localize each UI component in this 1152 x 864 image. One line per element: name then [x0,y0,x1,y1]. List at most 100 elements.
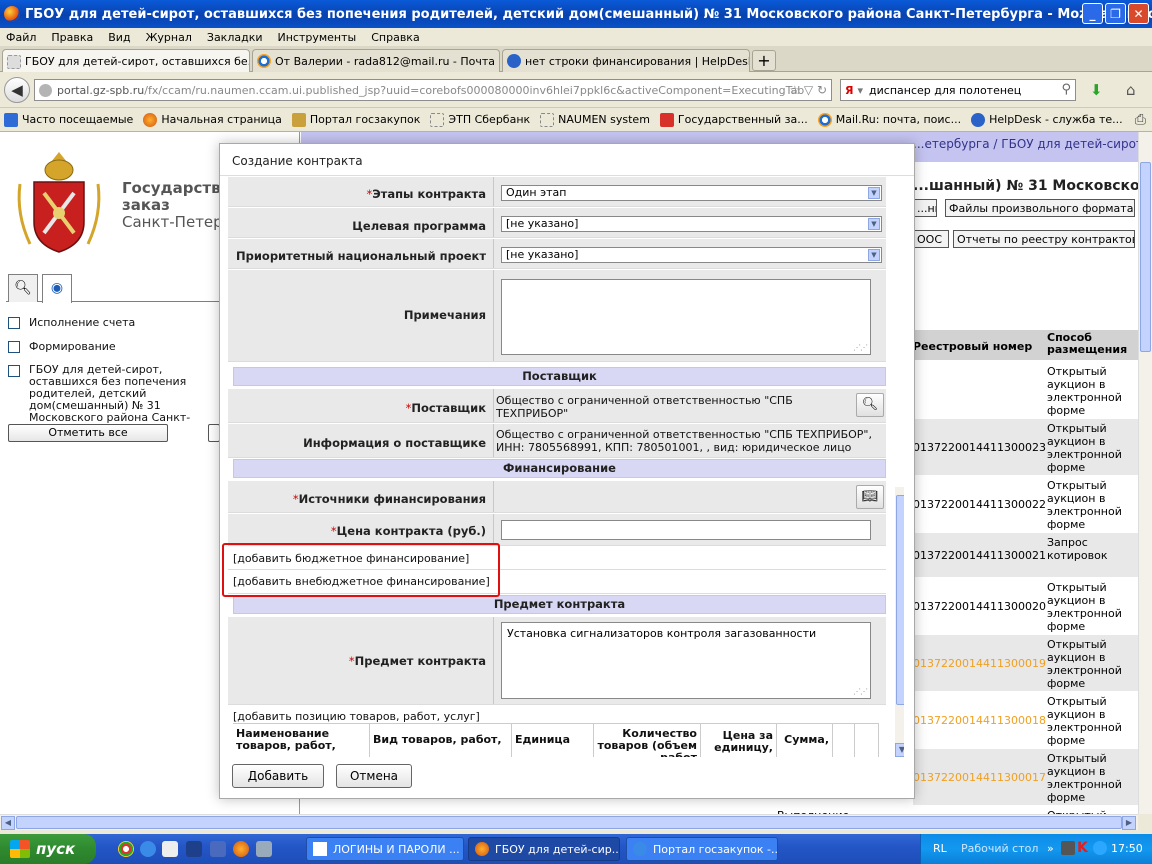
search-input[interactable]: диспансер для полотенец [869,84,1021,97]
ie-icon[interactable] [140,841,156,857]
bookmark-helpdesk[interactable]: HelpDesk - служба те... [971,112,1123,127]
search-bar[interactable]: Я ▾ диспансер для полотенец ⚲ [840,79,1076,101]
taskbar-item-gbou[interactable]: ГБОУ для детей-сир... [468,837,620,861]
table-row[interactable]: 0137220014411300020 Открытый аукцион в эл… [913,577,1138,634]
url-bar[interactable]: portal.gz-spb.ru/fx/ccam/ru.naumen.ccam.… [34,79,832,101]
resize-grip-icon[interactable]: ⋰⋰ [853,343,868,352]
table-row[interactable]: 0137220014411300017 Открытый аукцион в эл… [913,748,1138,805]
chrome-icon[interactable] [118,841,134,857]
chevron-down-icon[interactable]: ▼ [868,218,880,230]
windows-logo-icon [10,840,30,858]
chevron-double-icon[interactable]: » [1047,842,1054,855]
tray-app-icon[interactable] [1061,841,1075,855]
menu-history[interactable]: Журнал [146,31,192,44]
mail-ru-icon [817,112,832,127]
dialog-scrollbar[interactable]: ▼ [895,487,904,757]
chevron-down-icon[interactable]: ▼ [868,187,880,199]
cancel-button[interactable]: Отмена [336,764,412,788]
priority-select[interactable]: [не указано] ▼ [501,247,882,263]
supplier-picker-button[interactable]: 🔍︎ [856,393,884,417]
menu-help[interactable]: Справка [371,31,419,44]
minimize-button[interactable]: _ [1082,3,1103,24]
save-icon[interactable] [186,841,202,857]
taskbar-item-logins[interactable]: ЛОГИНЫ И ПАРОЛИ ... [306,837,464,861]
menu-edit[interactable]: Правка [51,31,93,44]
menu-tools[interactable]: Инструменты [278,31,357,44]
bookmark-portal[interactable]: Портал госзакупок [291,112,420,127]
tray-network-icon[interactable] [1093,841,1107,855]
stages-select[interactable]: Один этап ▼ [501,185,882,201]
chevron-down-icon[interactable]: ▼ [868,249,880,261]
checkbox[interactable] [8,341,20,353]
menu-file[interactable]: Файл [6,31,36,44]
mark-all-button[interactable]: Отметить все [8,424,168,442]
yandex-icon[interactable]: Я [845,84,853,97]
table-row[interactable]: Открытый аукцион в электронной форме [913,361,1138,418]
desktop-toolbar[interactable]: Рабочий стол [961,842,1038,855]
download-icon[interactable]: ⬇ [1090,81,1103,99]
kaspersky-icon[interactable]: K [1077,840,1088,856]
bookmark-start-page[interactable]: Начальная страница [143,112,282,127]
app-icon[interactable] [210,841,226,857]
language-indicator[interactable]: RL [933,842,947,855]
camera-tab[interactable]: ◉ [42,274,72,303]
back-button[interactable]: ◀ [4,77,30,103]
notes-textarea[interactable]: ⋰⋰ [501,279,871,355]
scroll-thumb[interactable] [896,495,904,705]
menu-bookmarks[interactable]: Закладки [207,31,263,44]
checkbox[interactable] [8,317,20,329]
tab-label: нет строки финансирования | HelpDesk... [525,54,750,68]
restore-button[interactable]: ❐ [1105,3,1126,24]
subject-textarea[interactable]: Установка сигнализаторов контроля загазо… [501,622,871,699]
positions-grid-header: Наименование товаров, работ, Вид товаров… [233,723,879,757]
scroll-thumb[interactable] [1140,162,1151,352]
resize-grip-icon[interactable]: ⋰⋰ [853,687,868,696]
bookmark-sberbank[interactable]: ЭТП Сбербанк [430,112,530,127]
price-input[interactable] [501,520,871,540]
scroll-left-icon[interactable]: ◀ [1,816,15,830]
page-horizontal-scrollbar[interactable]: ◀ ▶ [0,814,1138,830]
tab-helpdesk[interactable]: нет строки финансирования | HelpDesk... [502,49,750,72]
table-row[interactable]: 0137220014411300021 Запрос котировок [913,532,1138,577]
app-icon[interactable] [256,841,272,857]
tab-mail[interactable]: От Валерии - rada812@mail.ru - Почта ... [252,49,500,72]
print-icon[interactable]: ⎙ [1135,112,1146,128]
bookmark-most-visited[interactable]: Часто посещаемые [4,112,133,127]
bookmark-mailru[interactable]: Mail.Ru: почта, поис... [817,112,961,127]
menu-view[interactable]: Вид [108,31,130,44]
tab-main[interactable]: ...ние [913,199,937,217]
page-vertical-scrollbar[interactable] [1138,132,1152,814]
tab-gbou[interactable]: ГБОУ для детей-сирот, оставшихся бе... ✕ [2,49,250,73]
tab-registry-reports[interactable]: Отчеты по реестру контрактов [953,230,1135,248]
taskbar-item-portal[interactable]: Портал госзакупок -... [626,837,778,861]
search-engine-dropdown-icon[interactable]: ▾ [857,84,863,97]
scroll-right-icon[interactable]: ▶ [1122,816,1136,830]
bookmark-star-icon[interactable]: ☆ ▽ ↻ [789,83,827,97]
search-icon[interactable]: ⚲ [1061,82,1071,97]
table-row[interactable]: 0137220014411300022 Открытый аукцион в эл… [913,475,1138,532]
app-icon[interactable] [162,841,178,857]
close-window-button[interactable]: ✕ [1128,3,1149,24]
tab-oos[interactable]: ООС [913,230,949,248]
start-button[interactable]: пуск [0,834,96,864]
home-icon[interactable]: ⌂ [1126,81,1136,99]
scroll-thumb[interactable] [16,816,1122,829]
dialog-form: *Этапы контракта Один этап ▼ Целевая прог… [228,177,904,757]
checkbox[interactable] [8,365,20,377]
add-button[interactable]: Добавить [232,764,324,788]
tab-files[interactable]: Файлы произвольного формата [945,199,1135,217]
search-tab[interactable]: 🔍︎ [8,274,38,302]
bookmark-naumen[interactable]: NAUMEN system [540,112,650,127]
bookmark-goszakaz[interactable]: Государственный за... [659,112,808,127]
scroll-down-icon[interactable]: ▼ [895,743,904,757]
sources-picker-button[interactable]: 📖︎ [856,485,884,509]
table-row[interactable]: 0137220014411300018 Открытый аукцион в эл… [913,691,1138,748]
new-tab-button[interactable]: + [752,50,776,71]
table-row[interactable]: 0137220014411300023 Открытый аукцион в эл… [913,418,1138,475]
firefox-icon[interactable] [233,841,249,857]
program-select[interactable]: [не указано] ▼ [501,216,882,232]
row-notes: Примечания ⋰⋰ [228,270,886,362]
add-position-link[interactable]: [добавить позицию товаров, работ, услуг] [233,710,480,723]
table-row[interactable]: ВыполнениеОткрытый [777,805,1138,814]
table-row[interactable]: 0137220014411300019 Открытый аукцион в эл… [913,634,1138,691]
